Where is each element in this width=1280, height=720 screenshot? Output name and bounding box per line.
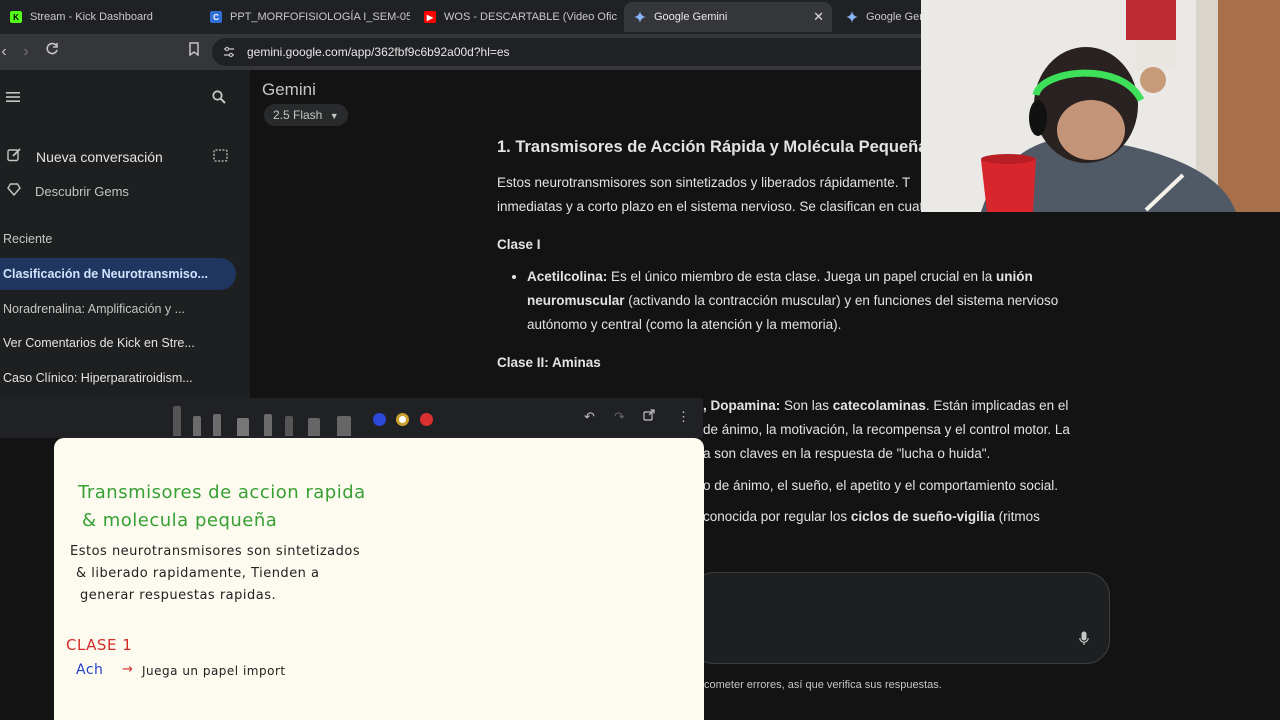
edit-icon <box>7 147 22 167</box>
bullet-list: Acetilcolina: Es el único miembro de est… <box>497 265 1097 337</box>
temporary-chat-icon[interactable] <box>213 149 228 167</box>
handwritten-heading: CLASE 1 <box>66 636 133 654</box>
close-icon[interactable]: ✕ <box>813 9 824 25</box>
handwritten-title: & molecula pequeña <box>82 510 278 531</box>
discover-gems-label: Descubrir Gems <box>35 183 129 199</box>
share-icon[interactable] <box>643 409 655 424</box>
disclaimer-text: cometer errores, así que verifica sus re… <box>704 679 942 691</box>
notes-canvas[interactable]: Transmisores de accion rapida & molecula… <box>54 438 704 720</box>
reload-icon[interactable] <box>42 42 62 62</box>
red-color-swatch[interactable] <box>420 413 433 426</box>
app-title: Gemini <box>262 80 316 99</box>
gemini-sidebar: Nueva conversación Descubrir Gems Recien… <box>0 70 250 400</box>
highlighter-tool-icon[interactable] <box>237 418 249 436</box>
model-label: 2.5 Flash <box>273 108 323 122</box>
discover-gems-button[interactable]: Descubrir Gems <box>0 180 240 202</box>
section-heading: Clase I <box>497 237 541 252</box>
handwritten-line: Estos neurotransmisores son sintetizados <box>70 544 361 559</box>
tab-title: Stream - Kick Dashboard <box>30 11 153 23</box>
webcam-video-frame <box>921 0 1280 212</box>
handwritten-term: Ach <box>76 662 104 678</box>
section-heading: Clase II: Aminas <box>497 355 601 370</box>
bold-text: ciclos de sueño-vigilia <box>850 509 995 524</box>
bold-text: catecolaminas <box>832 398 926 413</box>
more-options-icon[interactable]: ⋮ <box>677 409 690 425</box>
tab-title: WOS - DESCARTABLE (Video Ofic <box>444 11 617 23</box>
pen-tool-icon[interactable] <box>173 406 181 436</box>
response-line: a son claves en la respuesta de "lucha o… <box>703 446 991 461</box>
response-line: o de ánimo, el sueño, el apetito y el co… <box>703 478 1058 493</box>
text: conocida por regular los <box>703 509 851 524</box>
kick-icon: K <box>10 11 22 23</box>
notes-toolbar: ↶ ↷ ⋮ <box>0 398 703 438</box>
tab-title: Google Gem <box>866 11 926 23</box>
model-selector[interactable]: 2.5 Flash ▼ <box>264 104 348 126</box>
text: (ritmos <box>994 509 1040 524</box>
document-icon: C <box>210 11 222 23</box>
recent-chat-item[interactable]: Clasificación de Neurotransmiso... <box>0 258 236 290</box>
tab-title: Google Gemini <box>654 11 728 23</box>
search-icon[interactable] <box>212 90 226 109</box>
youtube-icon: ▶ <box>424 11 436 23</box>
chevron-down-icon: ▼ <box>329 111 339 121</box>
recent-chat-item[interactable]: Ver Comentarios de Kick en Stre... <box>0 327 236 359</box>
tab-kick-dashboard[interactable]: K Stream - Kick Dashboard <box>0 2 200 32</box>
bold-text: , Dopamina: <box>703 398 781 413</box>
response-line: conocida por regular los ciclos de sueño… <box>703 509 1040 524</box>
list-item: Acetilcolina: Es el único miembro de est… <box>527 265 1097 337</box>
undo-icon[interactable]: ↶ <box>584 409 595 425</box>
new-chat-label: Nueva conversación <box>36 149 163 165</box>
recent-heading: Reciente <box>3 232 53 246</box>
tab-title: PPT_MORFOFISIOLOGÍA I_SEM-05_ST <box>230 11 410 23</box>
url-text: gemini.google.com/app/362fbf9c6b92a00d?h… <box>247 45 510 59</box>
paragraph-line: Estos neurotransmisores son sintetizados… <box>497 175 911 190</box>
response-line: , Dopamina: Son las catecolaminas. Están… <box>703 398 1068 413</box>
address-bar[interactable]: gemini.google.com/app/362fbf9c6b92a00d?h… <box>212 38 932 66</box>
site-settings-icon[interactable] <box>222 45 236 59</box>
handwritten-title: Transmisores de accion rapida <box>78 482 366 503</box>
webcam-overlay <box>921 0 1280 212</box>
text: Son las <box>780 398 833 413</box>
pen-tool-icon[interactable] <box>264 414 272 436</box>
back-icon[interactable]: ‹ <box>0 42 14 62</box>
pencil-tool-icon[interactable] <box>213 414 221 436</box>
blue-color-swatch[interactable] <box>373 413 386 426</box>
forward-icon[interactable]: › <box>16 42 36 62</box>
recent-chat-item[interactable]: Caso Clínico: Hiperparatiroidism... <box>0 362 236 394</box>
prompt-input[interactable] <box>690 572 1110 664</box>
gemini-sparkle-icon <box>634 11 646 23</box>
handwritten-arrow: → <box>122 662 134 677</box>
tab-wos-video[interactable]: ▶ WOS - DESCARTABLE (Video Ofic <box>414 2 622 32</box>
lasso-tool-icon[interactable] <box>337 416 351 436</box>
tab-google-gemini-2[interactable]: Google Gem <box>836 2 926 32</box>
handwritten-line: & liberado rapidamente, Tienden a <box>76 566 320 581</box>
term: Acetilcolina: <box>527 269 608 284</box>
text: . Están implicadas en el <box>925 398 1069 413</box>
text: Es el único miembro de esta clase. Juega… <box>607 269 996 284</box>
recent-chat-item[interactable]: Noradrenalina: Amplificación y ... <box>0 293 236 325</box>
pen-tool-icon[interactable] <box>285 416 293 436</box>
eraser-tool-icon[interactable] <box>308 418 320 436</box>
paragraph-line: inmediatas y a corto plazo en el sistema… <box>497 199 981 214</box>
new-chat-button[interactable]: Nueva conversación <box>0 146 240 168</box>
white-color-swatch[interactable] <box>396 413 409 426</box>
tab-google-gemini[interactable]: Google Gemini ✕ <box>624 2 832 32</box>
pen-tool-icon[interactable] <box>193 416 201 436</box>
gemini-sparkle-icon <box>846 11 858 23</box>
handwritten-line: generar respuestas rapidas. <box>80 588 277 603</box>
bookmark-icon[interactable] <box>184 42 204 62</box>
gem-icon <box>7 182 21 201</box>
microphone-icon[interactable] <box>1079 631 1091 647</box>
response-line: de ánimo, la motivación, la recompensa y… <box>703 422 1070 437</box>
tab-ppt-morfofisiologia[interactable]: C PPT_MORFOFISIOLOGÍA I_SEM-05_ST <box>200 2 410 32</box>
menu-icon[interactable] <box>6 90 20 108</box>
redo-icon[interactable]: ↷ <box>614 409 625 425</box>
handwritten-line: Juega un papel import <box>142 664 286 678</box>
